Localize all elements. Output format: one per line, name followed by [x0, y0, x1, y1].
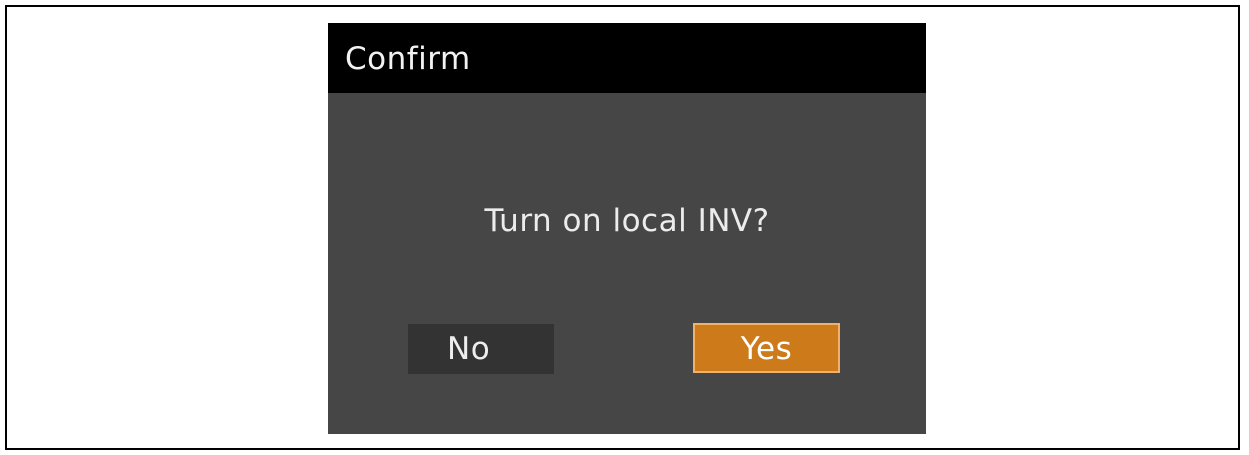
confirm-dialog: Confirm Turn on local INV? No Yes — [328, 23, 926, 434]
no-button[interactable]: No — [408, 324, 554, 374]
dialog-message: Turn on local INV? — [484, 203, 770, 239]
dialog-title: Confirm — [345, 41, 471, 77]
dialog-title-bar: Confirm — [328, 23, 926, 93]
yes-button[interactable]: Yes — [693, 323, 840, 373]
